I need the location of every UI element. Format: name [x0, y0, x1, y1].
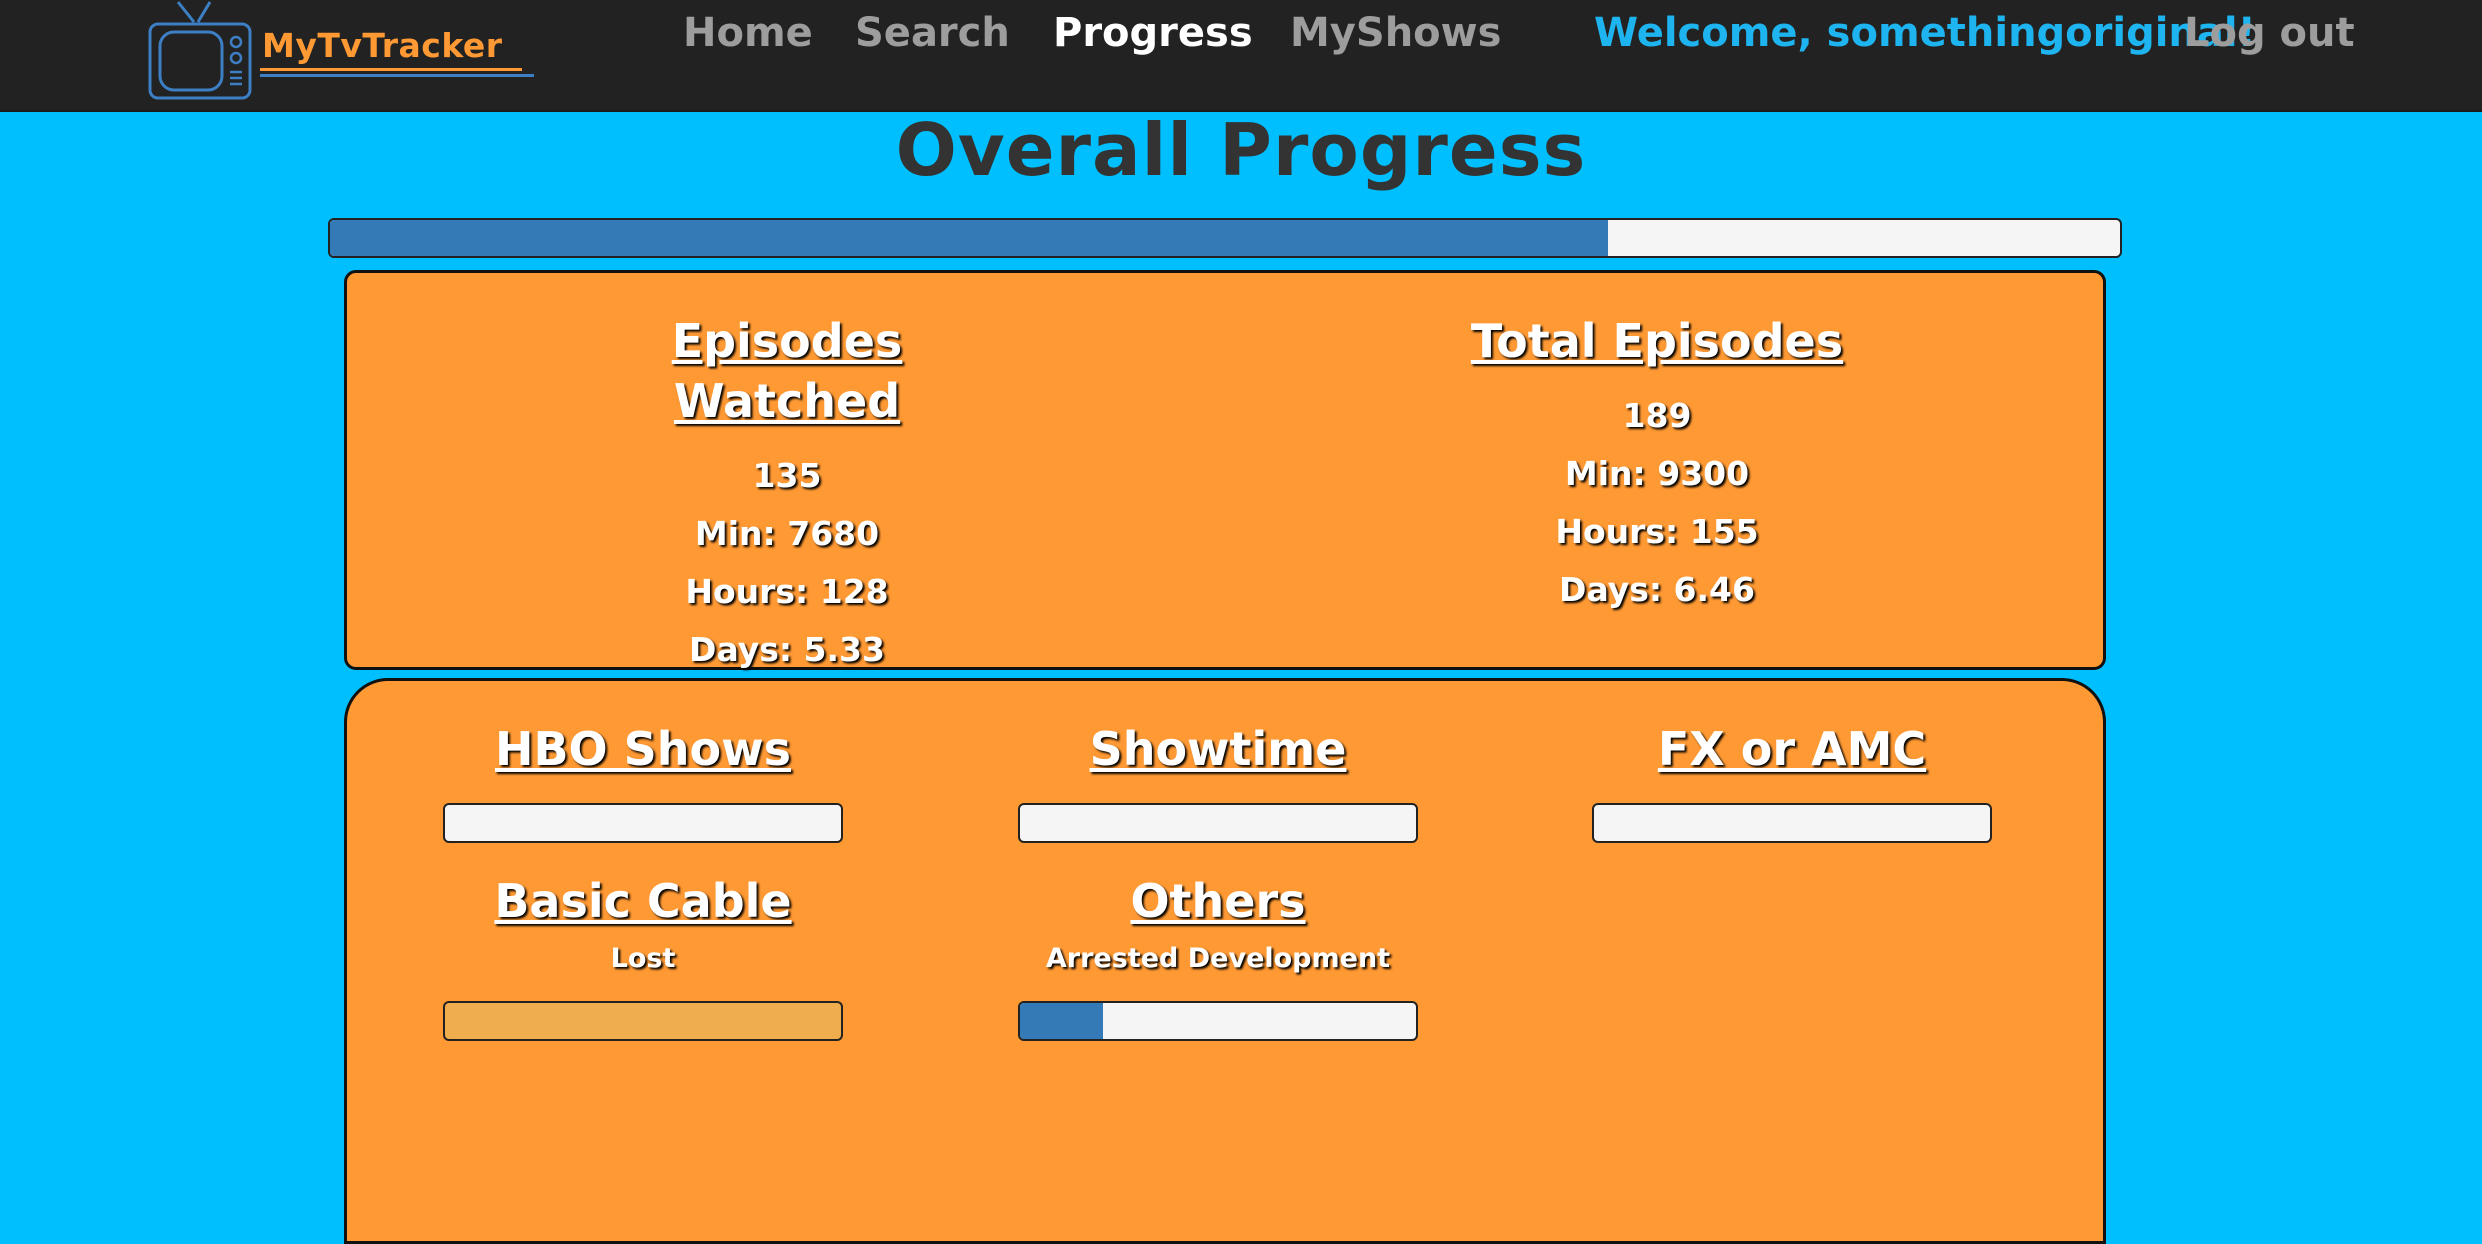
- episodes-watched-column: Episodes Watched 135 Min: 7680 Hours: 12…: [577, 311, 997, 679]
- episodes-watched-heading: Episodes Watched: [671, 314, 903, 428]
- episode-stats-panel: Episodes Watched 135 Min: 7680 Hours: 12…: [344, 270, 2106, 670]
- category-showtime: Showtime: [1018, 719, 1418, 843]
- category-others: Others Arrested Development: [1018, 871, 1418, 1041]
- total-episode-count: 189: [1622, 396, 1692, 435]
- category-heading: HBO Shows: [494, 722, 792, 776]
- mytvtracker-logo[interactable]: MyTvTracker: [146, 0, 536, 104]
- logo-underline: [260, 68, 522, 71]
- category-heading: Basic Cable: [494, 874, 792, 928]
- welcome-message: Welcome, somethingoriginal!: [1594, 10, 2256, 56]
- category-heading: Others: [1130, 874, 1306, 928]
- category-progress-fill: [1020, 1003, 1104, 1039]
- watched-episode-count: 135: [752, 456, 822, 495]
- category-heading: Showtime: [1089, 722, 1347, 776]
- watched-hours: Hours: 128: [685, 572, 889, 611]
- overall-progress-bar: [328, 218, 2122, 258]
- total-episodes-column: Total Episodes 189 Min: 9300 Hours: 155 …: [1447, 311, 1867, 619]
- total-minutes: Min: 9300: [1564, 454, 1750, 493]
- show-name[interactable]: Arrested Development: [1018, 941, 1418, 977]
- category-fx-amc: FX or AMC: [1592, 719, 1992, 843]
- category-progress-bar: [443, 803, 843, 843]
- total-episodes-heading: Total Episodes: [1470, 314, 1844, 368]
- watched-days: Days: 5.33: [689, 630, 885, 669]
- watched-minutes: Min: 7680: [694, 514, 880, 553]
- page-title: Overall Progress: [895, 108, 1587, 192]
- total-hours: Hours: 155: [1555, 512, 1759, 551]
- nav-progress-link[interactable]: Progress: [1053, 10, 1253, 56]
- category-progress-bar: [1018, 803, 1418, 843]
- logo-text: MyTvTracker: [262, 26, 503, 65]
- nav-myshows-link[interactable]: MyShows: [1290, 10, 1501, 56]
- nav-home-link[interactable]: Home: [683, 10, 813, 56]
- network-categories-panel: HBO Shows Showtime FX or AMC Basic Cable…: [344, 678, 2106, 1244]
- category-progress-bar: [443, 1001, 843, 1041]
- nav-search-link[interactable]: Search: [855, 10, 1010, 56]
- tv-icon: [148, 1, 252, 100]
- total-days: Days: 6.46: [1559, 570, 1755, 609]
- category-progress-bar: [1592, 803, 1992, 843]
- top-navbar: MyTvTracker Home Search Progress MyShows…: [0, 0, 2482, 112]
- logo-underline-blue: [260, 74, 534, 77]
- logout-link[interactable]: Log out: [2184, 10, 2355, 56]
- category-heading: FX or AMC: [1657, 722, 1927, 776]
- show-name[interactable]: Lost: [443, 941, 843, 977]
- category-progress-bar: [1018, 1001, 1418, 1041]
- category-hbo: HBO Shows: [443, 719, 843, 843]
- category-basic-cable: Basic Cable Lost: [443, 871, 843, 1041]
- overall-progress-fill: [330, 220, 1609, 256]
